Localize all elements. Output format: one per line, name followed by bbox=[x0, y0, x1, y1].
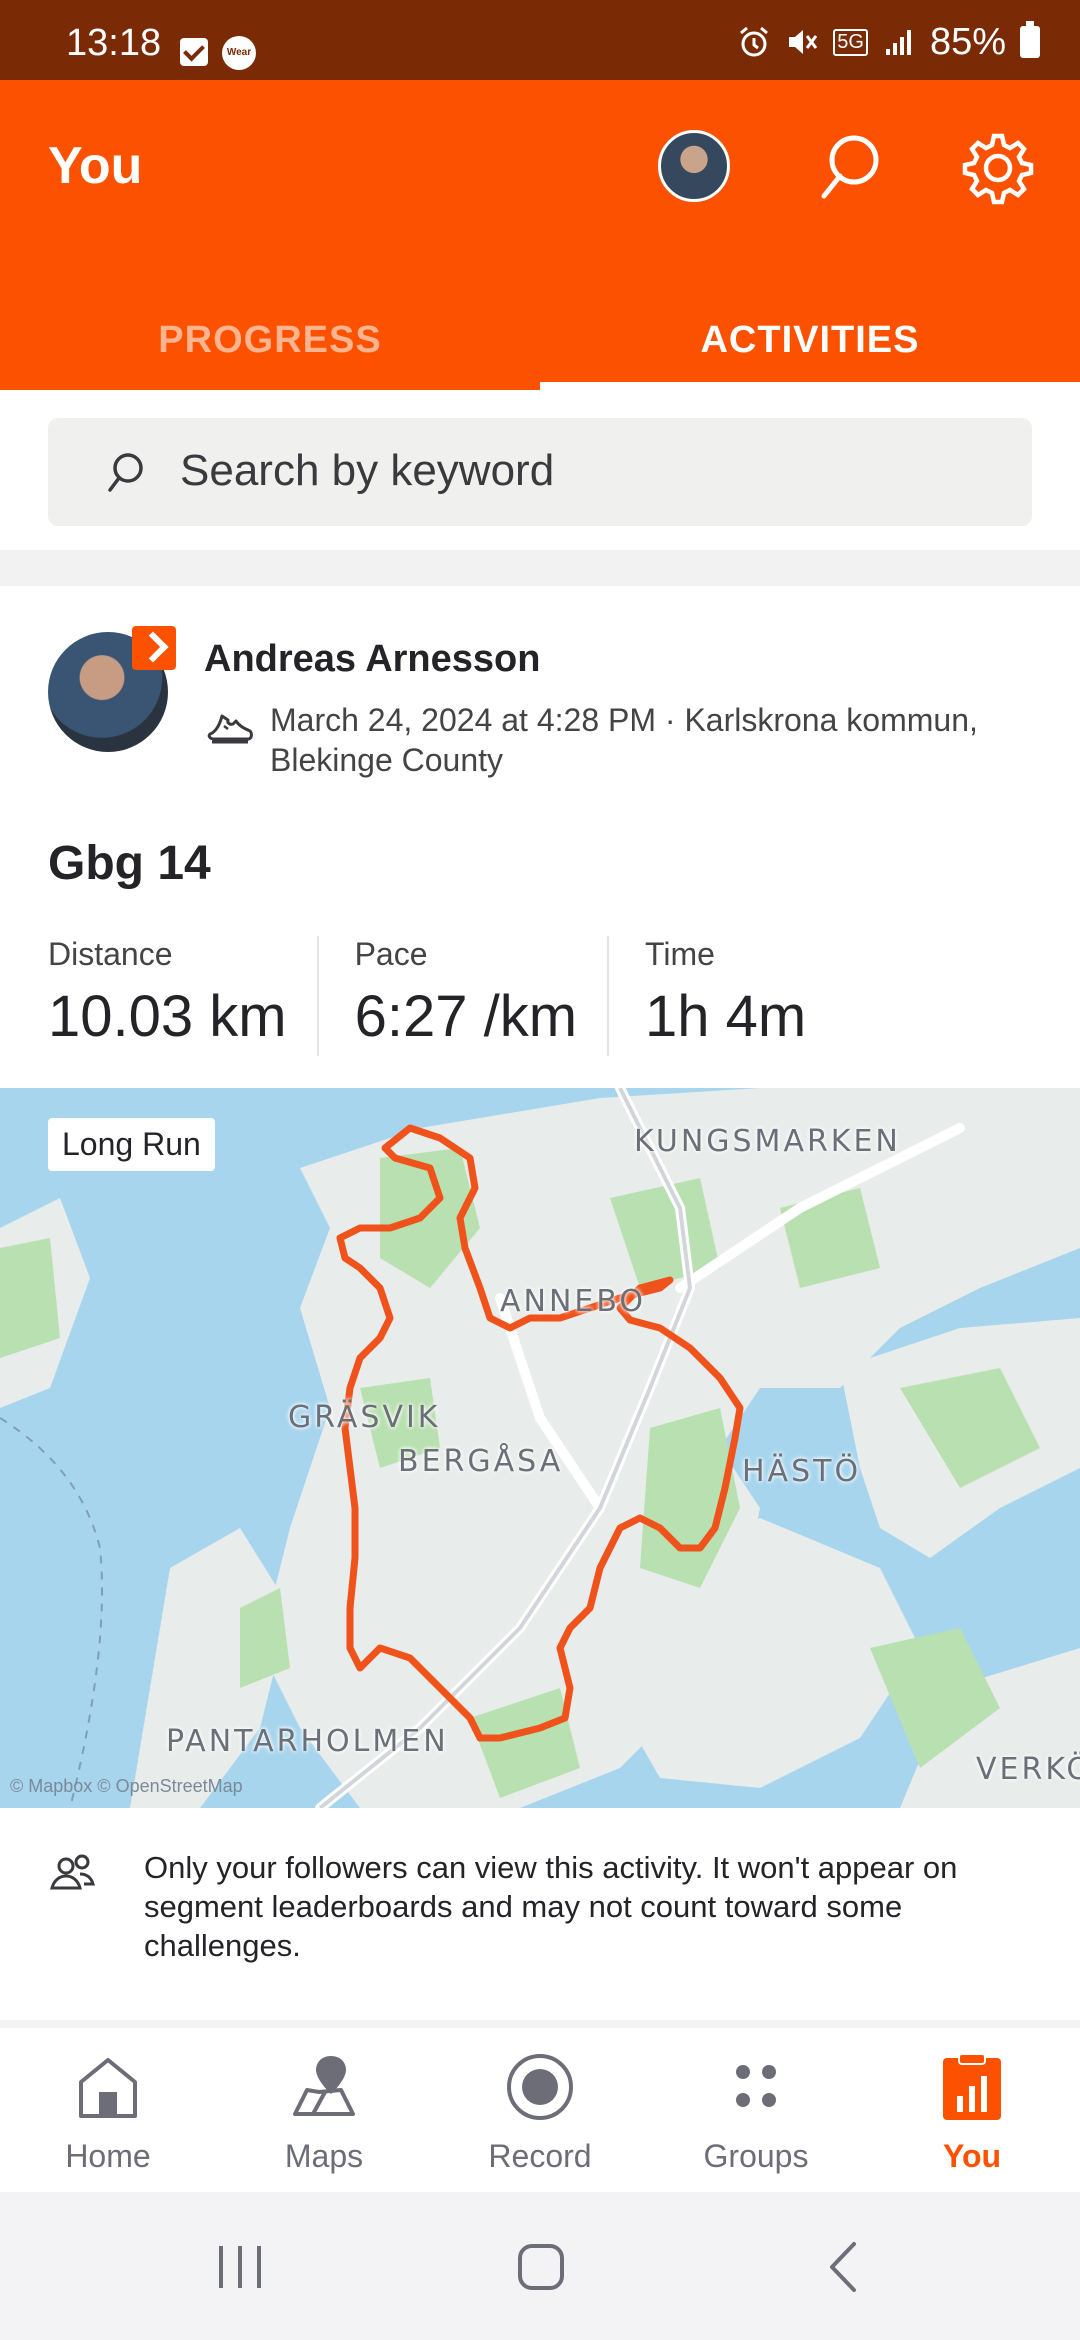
search-icon bbox=[108, 453, 143, 492]
groups-icon bbox=[736, 2065, 776, 2107]
back-icon[interactable] bbox=[810, 2232, 880, 2302]
activity-stats: Distance 10.03 km Pace 6:27 /km Time 1h … bbox=[48, 936, 836, 1056]
place-label: PANTARHOLMEN bbox=[166, 1724, 449, 1759]
nav-label: Groups bbox=[703, 2138, 809, 2174]
activity-meta: March 24, 2024 at 4:28 PM · Karlskrona k… bbox=[270, 702, 978, 778]
section-divider bbox=[0, 550, 1080, 586]
tab-bar: PROGRESS ACTIVITIES bbox=[0, 290, 1080, 390]
running-shoe-icon bbox=[207, 714, 253, 744]
page-title: You bbox=[48, 137, 143, 195]
stat-value: 1h 4m bbox=[645, 984, 807, 1049]
recent-apps-icon[interactable] bbox=[205, 2232, 275, 2302]
home-icon bbox=[79, 2058, 137, 2118]
stat-distance: Distance 10.03 km bbox=[48, 936, 317, 1056]
mute-icon bbox=[789, 30, 818, 54]
stat-time: Time 1h 4m bbox=[607, 936, 836, 1056]
battery-icon bbox=[1020, 21, 1040, 58]
activity-title[interactable]: Gbg 14 bbox=[48, 836, 211, 891]
nav-label: You bbox=[942, 2138, 1002, 2174]
map-attribution[interactable]: © Mapbox © OpenStreetMap bbox=[10, 1776, 243, 1797]
stat-label: Distance bbox=[48, 936, 173, 972]
athlete-name[interactable]: Andreas Arnesson bbox=[204, 638, 540, 681]
nav-record[interactable]: Record bbox=[432, 2028, 648, 2192]
alarm-icon bbox=[740, 26, 769, 57]
nav-maps[interactable]: Maps bbox=[216, 2028, 432, 2192]
wear-notification-icon: Wear bbox=[222, 36, 256, 70]
place-label: HÄSTÖ bbox=[742, 1454, 862, 1489]
checkbox-notification-icon bbox=[180, 38, 208, 66]
place-label: VERKÖ bbox=[976, 1752, 1080, 1787]
run-type-tag: Long Run bbox=[48, 1118, 215, 1171]
status-indicators: 5G 85% bbox=[737, 20, 1040, 63]
privacy-text: Only your followers can view this activi… bbox=[144, 1850, 958, 1963]
followers-icon bbox=[50, 1854, 95, 1890]
status-time: 13:18 bbox=[66, 22, 162, 64]
subscriber-badge-icon bbox=[132, 626, 176, 670]
place-label: ANNEBO bbox=[500, 1284, 647, 1319]
map-pin-icon bbox=[293, 2056, 355, 2116]
tab-progress[interactable]: PROGRESS bbox=[0, 290, 540, 390]
stat-pace: Pace 6:27 /km bbox=[316, 936, 607, 1056]
clipboard-chart-icon bbox=[943, 2053, 1001, 2120]
status-bar: 13:18 Wear 5G 85% bbox=[0, 0, 1080, 80]
nav-groups[interactable]: Groups bbox=[648, 2028, 864, 2192]
privacy-notice: Only your followers can view this activi… bbox=[0, 1808, 1080, 2028]
stat-value: 6:27 /km bbox=[354, 984, 578, 1049]
system-navigation-bar bbox=[0, 2192, 1080, 2340]
record-icon bbox=[507, 2054, 573, 2120]
search-icon[interactable] bbox=[810, 128, 890, 208]
nav-label: Maps bbox=[284, 2138, 364, 2174]
search-input[interactable]: Search by keyword bbox=[48, 418, 1032, 526]
search-section: Search by keyword bbox=[0, 390, 1080, 550]
stat-label: Pace bbox=[354, 936, 428, 972]
nav-label: Record bbox=[488, 2138, 592, 2174]
tab-activities[interactable]: ACTIVITIES bbox=[540, 290, 1080, 390]
nav-divider bbox=[0, 2020, 1080, 2028]
battery-percent: 85% bbox=[929, 20, 1006, 63]
stat-label: Time bbox=[645, 936, 715, 972]
network-type: 5G bbox=[833, 28, 868, 56]
nav-home[interactable]: Home bbox=[0, 2028, 216, 2192]
signal-icon bbox=[885, 30, 911, 55]
app-header: You PROGRESS ACTIVITIES bbox=[0, 80, 1080, 390]
profile-avatar[interactable] bbox=[658, 130, 730, 202]
search-placeholder: Search by keyword bbox=[180, 446, 555, 495]
bottom-navigation: Home Maps Record Groups You bbox=[0, 2028, 1080, 2192]
nav-you[interactable]: You bbox=[864, 2028, 1080, 2192]
place-label: KUNGSMARKEN bbox=[634, 1124, 901, 1159]
nav-label: Home bbox=[65, 2138, 151, 2174]
home-button-icon[interactable] bbox=[506, 2232, 576, 2302]
activity-map[interactable]: Long Run KUNGSMARKEN ANNEBO GRÄSVIK BERG… bbox=[0, 1088, 1080, 1808]
gear-icon[interactable] bbox=[958, 128, 1038, 208]
place-label: GRÄSVIK bbox=[288, 1400, 441, 1435]
stat-value: 10.03 km bbox=[48, 984, 287, 1049]
place-label: BERGÅSA bbox=[398, 1444, 564, 1479]
